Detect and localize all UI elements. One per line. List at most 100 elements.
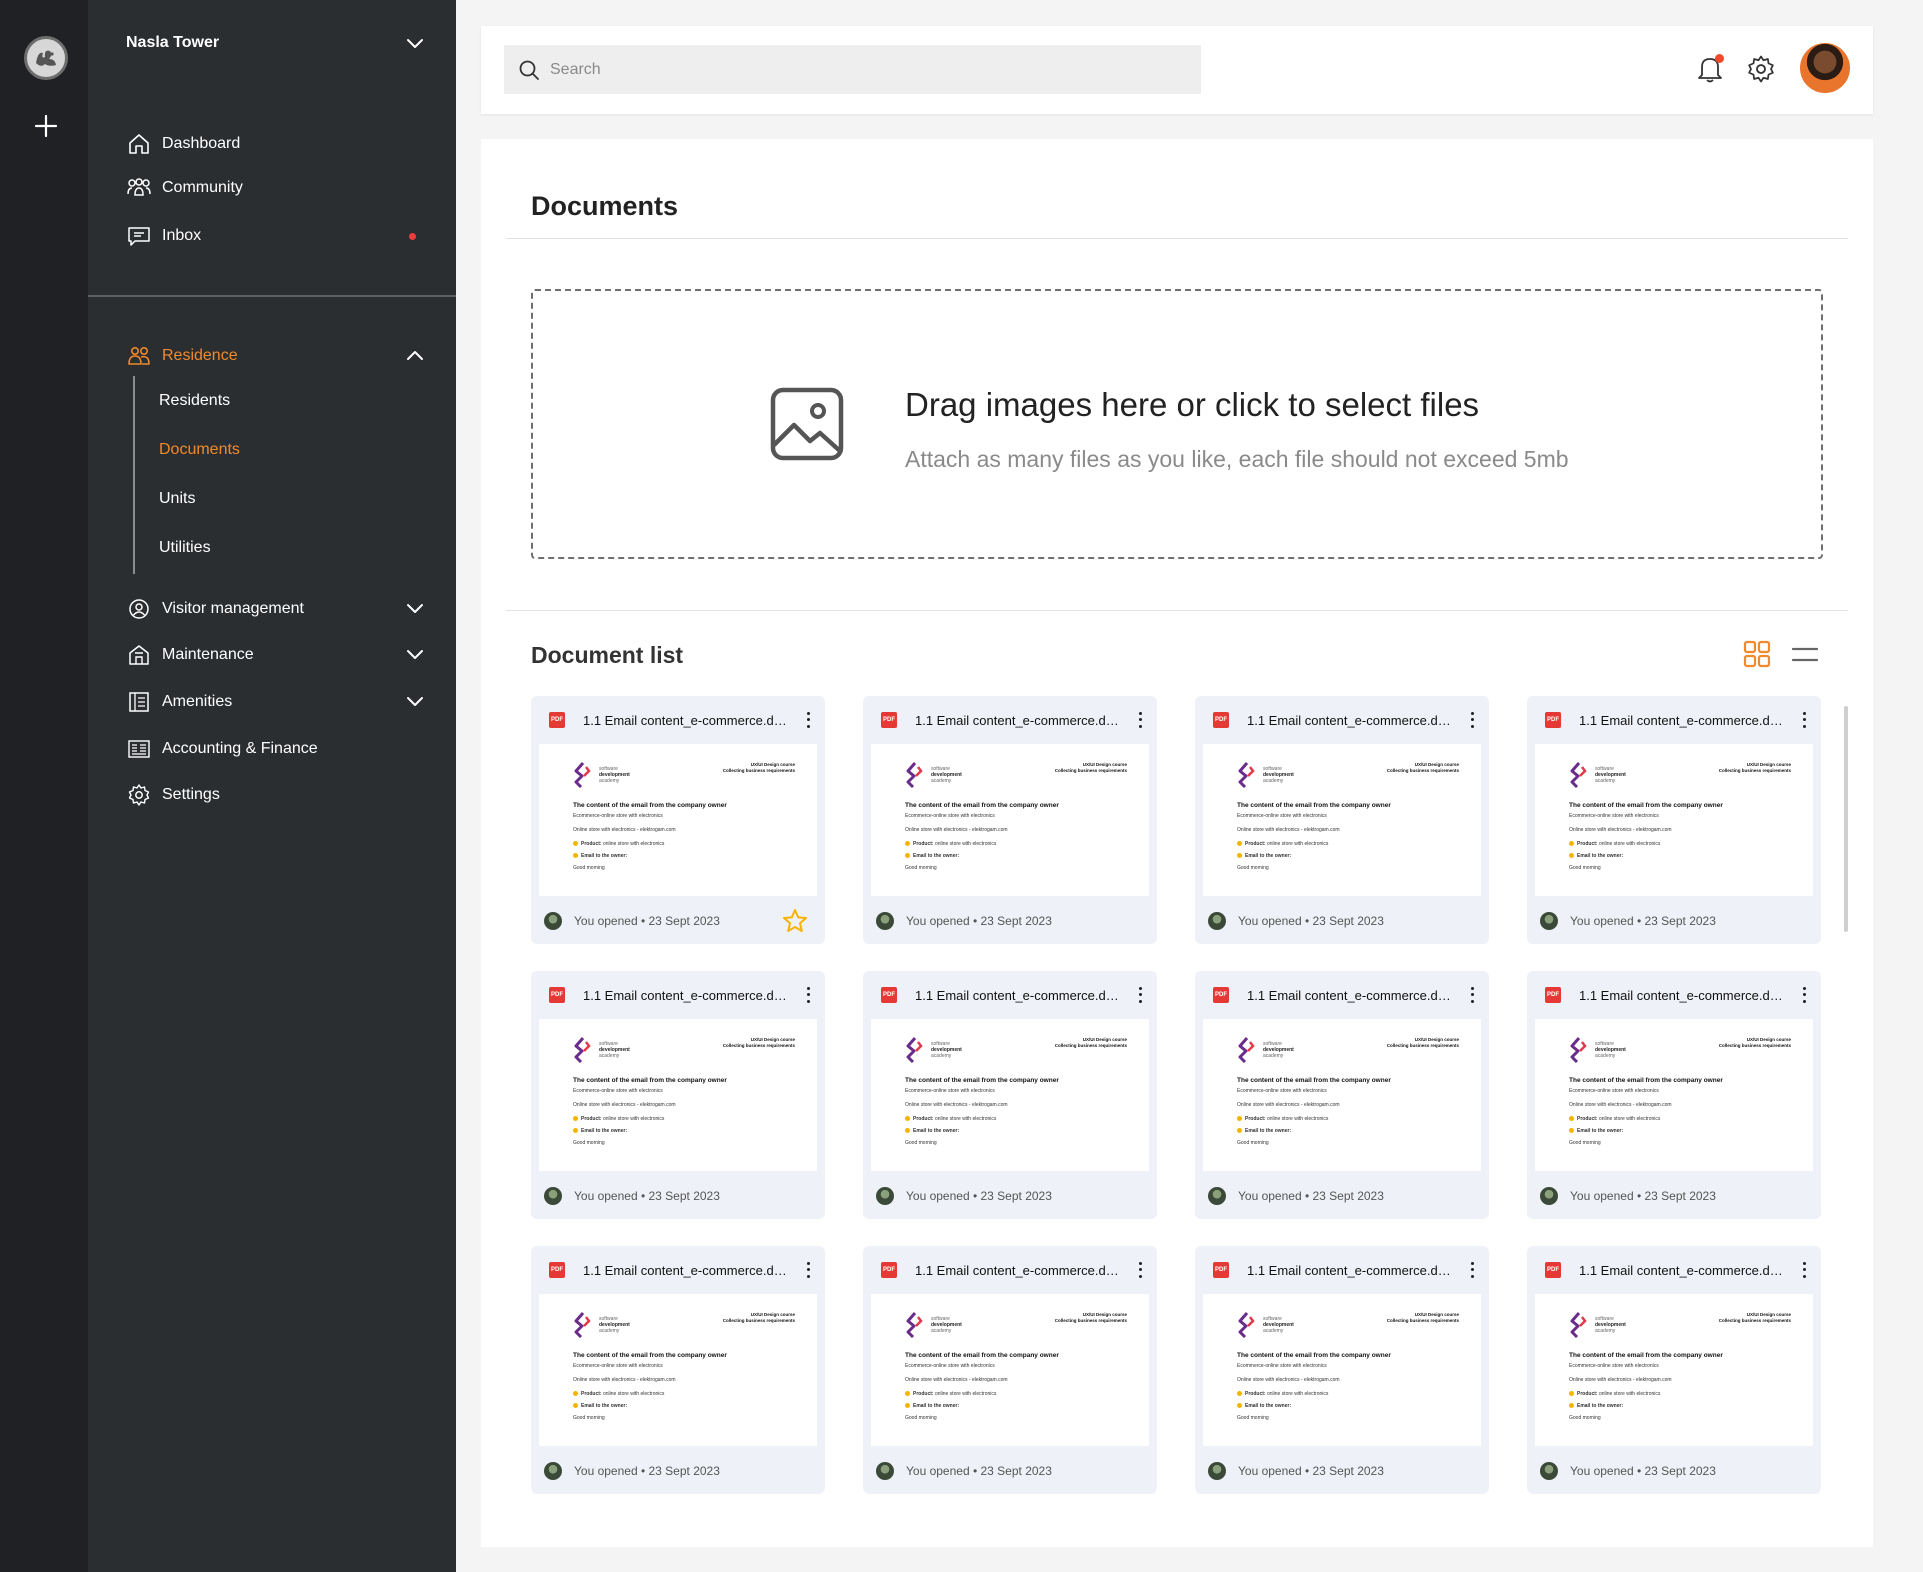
settings-button[interactable] [1745,53,1777,85]
document-thumbnail[interactable]: software development academy UX/UI Desig… [1203,1019,1481,1171]
star-icon[interactable] [782,908,808,934]
thumb-text: Ecommerce-online store with electronics [905,813,995,819]
thumb-text: Online store with electronics - elektrog… [905,1377,1008,1383]
settings-icon [126,782,152,808]
document-card[interactable]: PDF 1.1 Email content_e-commerce.docx so… [531,971,825,1219]
document-thumbnail[interactable]: software development academy UX/UI Desig… [539,1294,817,1446]
thumb-text: Ecommerce-online store with electronics [573,1363,663,1369]
list-view-icon[interactable] [1791,643,1819,667]
more-options-icon[interactable] [1137,1260,1143,1280]
document-card[interactable]: PDF 1.1 Email content_e-commerce.docx so… [1527,971,1821,1219]
more-options-icon[interactable] [1469,710,1475,730]
grid-view-icon[interactable] [1743,640,1771,668]
brand-logo-icon [574,1037,591,1063]
pdf-file-icon: PDF [549,1262,565,1278]
opened-info: You opened • 23 Sept 2023 [1570,1464,1716,1478]
chevron-down-icon [407,697,423,706]
sidebar-item-amenities[interactable]: Amenities [126,688,426,716]
home-icon [126,131,152,157]
sidebar: Nasla Tower Dashboard Community Inbox Re… [88,0,456,1572]
brand-logo-icon [1238,762,1255,788]
document-thumbnail[interactable]: software development academy UX/UI Desig… [539,1019,817,1171]
more-options-icon[interactable] [1801,985,1807,1005]
card-footer: You opened • 23 Sept 2023 [544,1462,814,1480]
document-card[interactable]: PDF 1.1 Email content_e-commerce.docx so… [1195,971,1489,1219]
scrollbar[interactable] [1844,706,1848,932]
document-thumbnail[interactable]: software development academy UX/UI Desig… [1203,1294,1481,1446]
more-options-icon[interactable] [805,985,811,1005]
document-thumbnail[interactable]: software development academy UX/UI Desig… [871,1294,1149,1446]
sidebar-item-maintenance[interactable]: Maintenance [126,641,426,669]
owner-avatar [1208,912,1226,930]
sidebar-subitem-residents[interactable]: Residents [159,392,230,410]
thumb-text: Good morning [1569,1415,1601,1421]
thumb-heading: The content of the email from the compan… [905,802,1059,809]
file-dropzone[interactable]: Drag images here or click to select file… [531,289,1823,559]
opened-info: You opened • 23 Sept 2023 [906,1464,1052,1478]
more-options-icon[interactable] [1469,1260,1475,1280]
card-footer: You opened • 23 Sept 2023 [1208,1187,1478,1205]
document-card[interactable]: PDF 1.1 Email content_e-commerce.docx so… [1195,1246,1489,1494]
thumb-text: Online store with electronics - elektrog… [1569,1377,1672,1383]
document-thumbnail[interactable]: software development academy UX/UI Desig… [1535,744,1813,896]
brand-line: academy [1263,778,1284,784]
brand-line: academy [599,1053,620,1059]
brand-logo-icon [906,1312,923,1338]
brand-line: academy [1595,1328,1616,1334]
sidebar-item-label: Amenities [162,693,233,710]
search-input[interactable] [550,60,1150,79]
org-switcher[interactable]: Nasla Tower [126,30,426,56]
more-options-icon[interactable] [1801,710,1807,730]
brand-logo-icon [574,762,591,788]
thumb-text: Good morning [1569,1140,1601,1146]
card-header: PDF 1.1 Email content_e-commerce.docx [1213,1260,1475,1280]
sidebar-item-label: Accounting & Finance [162,740,318,757]
notifications-button[interactable] [1694,53,1726,85]
brand-logo-icon [1238,1312,1255,1338]
more-options-icon[interactable] [1801,1260,1807,1280]
sidebar-item-community[interactable]: Community [126,174,426,202]
thumb-heading: The content of the email from the compan… [1237,1352,1391,1359]
document-card[interactable]: PDF 1.1 Email content_e-commerce.docx so… [531,1246,825,1494]
add-icon[interactable] [32,112,60,140]
document-card[interactable]: PDF 1.1 Email content_e-commerce.docx so… [1527,1246,1821,1494]
document-thumbnail[interactable]: software development academy UX/UI Desig… [1203,744,1481,896]
document-card[interactable]: PDF 1.1 Email content_e-commerce.docx so… [1195,696,1489,944]
sidebar-item-visitor-management[interactable]: Visitor management [126,595,426,623]
sidebar-subitem-utilities[interactable]: Utilities [159,539,211,557]
gear-icon [1748,55,1774,83]
document-card[interactable]: PDF 1.1 Email content_e-commerce.docx so… [863,1246,1157,1494]
sidebar-item-dashboard[interactable]: Dashboard [126,130,426,158]
brand-line: academy [1595,1053,1616,1059]
more-options-icon[interactable] [1137,710,1143,730]
sidebar-subitem-documents[interactable]: Documents [159,441,240,459]
sidebar-item-accounting-finance[interactable]: Accounting & Finance [126,735,426,763]
document-name: 1.1 Email content_e-commerce.docx [915,712,1121,728]
more-options-icon[interactable] [805,1260,811,1280]
more-options-icon[interactable] [1469,985,1475,1005]
sidebar-subitem-units[interactable]: Units [159,490,195,508]
document-card[interactable]: PDF 1.1 Email content_e-commerce.docx so… [531,696,825,944]
more-options-icon[interactable] [805,710,811,730]
card-header: PDF 1.1 Email content_e-commerce.docx [549,1260,811,1280]
document-thumbnail[interactable]: software development academy UX/UI Desig… [871,1019,1149,1171]
document-card[interactable]: PDF 1.1 Email content_e-commerce.docx so… [1527,696,1821,944]
sidebar-item-settings[interactable]: Settings [126,781,426,809]
document-thumbnail[interactable]: software development academy UX/UI Desig… [871,744,1149,896]
pdf-file-icon: PDF [1545,987,1561,1003]
amenities-icon [126,689,152,715]
app-logo-icon[interactable] [24,36,68,80]
search-bar[interactable] [504,45,1201,94]
sidebar-item-inbox[interactable]: Inbox [126,222,426,250]
owner-avatar [1208,1187,1226,1205]
document-thumbnail[interactable]: software development academy UX/UI Desig… [1535,1019,1813,1171]
brand-logo-icon [574,1312,591,1338]
sidebar-item-residence[interactable]: Residence [126,342,426,370]
brand-logo-icon [1238,1037,1255,1063]
user-avatar[interactable] [1800,43,1850,93]
more-options-icon[interactable] [1137,985,1143,1005]
document-thumbnail[interactable]: software development academy UX/UI Desig… [539,744,817,896]
document-card[interactable]: PDF 1.1 Email content_e-commerce.docx so… [863,696,1157,944]
document-thumbnail[interactable]: software development academy UX/UI Desig… [1535,1294,1813,1446]
document-card[interactable]: PDF 1.1 Email content_e-commerce.docx so… [863,971,1157,1219]
